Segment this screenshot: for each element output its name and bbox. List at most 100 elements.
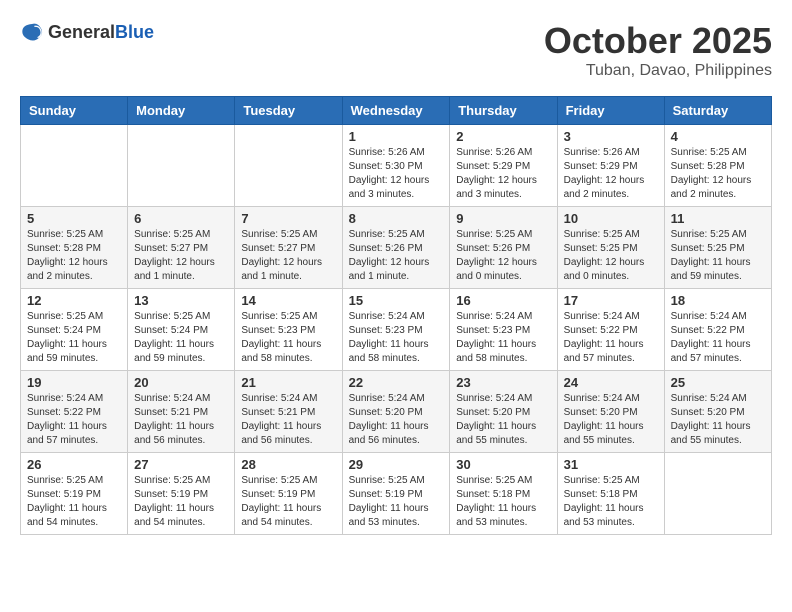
calendar-cell: 12 Sunrise: 5:25 AM Sunset: 5:24 PM Dayli… [21,289,128,371]
day-info: Sunrise: 5:25 AM Sunset: 5:23 PM Dayligh… [241,310,335,366]
calendar-cell: 29Sunrise: 5:25 AM Sunset: 5:19 PM Dayli… [342,453,450,535]
weekday-header: Monday [128,97,235,125]
calendar: SundayMondayTuesdayWednesdayThursdayFrid… [20,96,772,535]
calendar-cell: 2 Sunrise: 5:26 AM Sunset: 5:29 PM Daylig… [450,125,557,207]
calendar-cell: 13 Sunrise: 5:25 AM Sunset: 5:24 PM Dayli… [128,289,235,371]
day-info: Sunrise: 5:24 AM Sunset: 5:20 PM Dayligh… [349,392,444,448]
calendar-cell [128,125,235,207]
calendar-week-row: 26 Sunrise: 5:25 AM Sunset: 5:19 PM Dayli… [21,453,772,535]
calendar-cell: 11 Sunrise: 5:25 AM Sunset: 5:25 PM Dayli… [664,207,771,289]
day-number: 22 [349,375,444,390]
calendar-cell: 5 Sunrise: 5:25 AM Sunset: 5:28 PM Daylig… [21,207,128,289]
calendar-cell: 1 Sunrise: 5:26 AM Sunset: 5:30 PM Daylig… [342,125,450,207]
day-info: Sunrise: 5:25 AM Sunset: 5:24 PM Dayligh… [134,310,228,366]
day-number: 26 [27,457,121,472]
logo: GeneralBlue [20,20,154,44]
day-info: Sunrise: 5:26 AM Sunset: 5:30 PM Dayligh… [349,146,444,202]
day-number: 14 [241,293,335,308]
day-info: Sunrise: 5:26 AM Sunset: 5:29 PM Dayligh… [456,146,550,202]
calendar-cell: 25Sunrise: 5:24 AM Sunset: 5:20 PM Dayli… [664,371,771,453]
calendar-cell: 10 Sunrise: 5:25 AM Sunset: 5:25 PM Dayli… [557,207,664,289]
calendar-week-row: 19 Sunrise: 5:24 AM Sunset: 5:22 PM Dayli… [21,371,772,453]
calendar-cell: 18Sunrise: 5:24 AM Sunset: 5:22 PM Dayli… [664,289,771,371]
day-info: Sunrise: 5:24 AM Sunset: 5:21 PM Dayligh… [241,392,335,448]
day-info: Sunrise: 5:24 AM Sunset: 5:22 PM Dayligh… [564,310,658,366]
calendar-cell: 17Sunrise: 5:24 AM Sunset: 5:22 PM Dayli… [557,289,664,371]
calendar-cell: 15 Sunrise: 5:24 AM Sunset: 5:23 PM Dayli… [342,289,450,371]
day-number: 19 [27,375,121,390]
calendar-cell: 3Sunrise: 5:26 AM Sunset: 5:29 PM Daylig… [557,125,664,207]
day-info: Sunrise: 5:24 AM Sunset: 5:23 PM Dayligh… [456,310,550,366]
day-number: 13 [134,293,228,308]
calendar-cell: 19 Sunrise: 5:24 AM Sunset: 5:22 PM Dayli… [21,371,128,453]
day-number: 7 [241,211,335,226]
day-info: Sunrise: 5:25 AM Sunset: 5:27 PM Dayligh… [241,228,335,284]
calendar-week-row: 1 Sunrise: 5:26 AM Sunset: 5:30 PM Daylig… [21,125,772,207]
calendar-cell: 24 Sunrise: 5:24 AM Sunset: 5:20 PM Dayli… [557,371,664,453]
day-info: Sunrise: 5:25 AM Sunset: 5:28 PM Dayligh… [671,146,765,202]
calendar-cell: 9 Sunrise: 5:25 AM Sunset: 5:26 PM Daylig… [450,207,557,289]
day-number: 4 [671,129,765,144]
calendar-cell: 21Sunrise: 5:24 AM Sunset: 5:21 PM Dayli… [235,371,342,453]
calendar-week-row: 12 Sunrise: 5:25 AM Sunset: 5:24 PM Dayli… [21,289,772,371]
day-number: 15 [349,293,444,308]
day-number: 9 [456,211,550,226]
day-number: 16 [456,293,550,308]
day-number: 30 [456,457,550,472]
day-number: 27 [134,457,228,472]
weekday-header: Thursday [450,97,557,125]
weekday-header: Friday [557,97,664,125]
day-info: Sunrise: 5:24 AM Sunset: 5:22 PM Dayligh… [671,310,765,366]
day-info: Sunrise: 5:24 AM Sunset: 5:21 PM Dayligh… [134,392,228,448]
month-title: October 2025 [544,20,772,62]
day-info: Sunrise: 5:25 AM Sunset: 5:19 PM Dayligh… [27,474,121,530]
day-number: 5 [27,211,121,226]
day-number: 11 [671,211,765,226]
weekday-header: Wednesday [342,97,450,125]
weekday-header: Tuesday [235,97,342,125]
day-info: Sunrise: 5:25 AM Sunset: 5:18 PM Dayligh… [564,474,658,530]
calendar-cell [21,125,128,207]
logo-icon [20,20,44,44]
calendar-cell: 27Sunrise: 5:25 AM Sunset: 5:19 PM Dayli… [128,453,235,535]
weekday-header-row: SundayMondayTuesdayWednesdayThursdayFrid… [21,97,772,125]
calendar-cell: 4 Sunrise: 5:25 AM Sunset: 5:28 PM Daylig… [664,125,771,207]
calendar-cell: 28Sunrise: 5:25 AM Sunset: 5:19 PM Dayli… [235,453,342,535]
day-number: 2 [456,129,550,144]
day-info: Sunrise: 5:24 AM Sunset: 5:20 PM Dayligh… [456,392,550,448]
calendar-cell: 8Sunrise: 5:25 AM Sunset: 5:26 PM Daylig… [342,207,450,289]
day-info: Sunrise: 5:24 AM Sunset: 5:22 PM Dayligh… [27,392,121,448]
day-info: Sunrise: 5:25 AM Sunset: 5:18 PM Dayligh… [456,474,550,530]
day-info: Sunrise: 5:25 AM Sunset: 5:25 PM Dayligh… [671,228,765,284]
day-number: 31 [564,457,658,472]
calendar-cell: 7 Sunrise: 5:25 AM Sunset: 5:27 PM Daylig… [235,207,342,289]
day-info: Sunrise: 5:24 AM Sunset: 5:20 PM Dayligh… [564,392,658,448]
day-number: 23 [456,375,550,390]
header: GeneralBlue October 2025 Tuban, Davao, P… [20,20,772,80]
calendar-week-row: 5 Sunrise: 5:25 AM Sunset: 5:28 PM Daylig… [21,207,772,289]
day-info: Sunrise: 5:25 AM Sunset: 5:24 PM Dayligh… [27,310,121,366]
day-info: Sunrise: 5:25 AM Sunset: 5:26 PM Dayligh… [349,228,444,284]
day-number: 10 [564,211,658,226]
day-info: Sunrise: 5:26 AM Sunset: 5:29 PM Dayligh… [564,146,658,202]
logo-text-general: General [48,22,115,42]
logo-text-blue: Blue [115,22,154,42]
day-number: 12 [27,293,121,308]
day-number: 6 [134,211,228,226]
calendar-cell: 14 Sunrise: 5:25 AM Sunset: 5:23 PM Dayli… [235,289,342,371]
day-info: Sunrise: 5:25 AM Sunset: 5:28 PM Dayligh… [27,228,121,284]
day-number: 24 [564,375,658,390]
day-info: Sunrise: 5:24 AM Sunset: 5:23 PM Dayligh… [349,310,444,366]
day-info: Sunrise: 5:25 AM Sunset: 5:26 PM Dayligh… [456,228,550,284]
day-info: Sunrise: 5:25 AM Sunset: 5:25 PM Dayligh… [564,228,658,284]
weekday-header: Sunday [21,97,128,125]
calendar-cell: 20Sunrise: 5:24 AM Sunset: 5:21 PM Dayli… [128,371,235,453]
weekday-header: Saturday [664,97,771,125]
calendar-cell: 6Sunrise: 5:25 AM Sunset: 5:27 PM Daylig… [128,207,235,289]
day-info: Sunrise: 5:25 AM Sunset: 5:19 PM Dayligh… [349,474,444,530]
day-number: 1 [349,129,444,144]
day-number: 28 [241,457,335,472]
calendar-cell [664,453,771,535]
calendar-cell [235,125,342,207]
calendar-cell: 23 Sunrise: 5:24 AM Sunset: 5:20 PM Dayli… [450,371,557,453]
